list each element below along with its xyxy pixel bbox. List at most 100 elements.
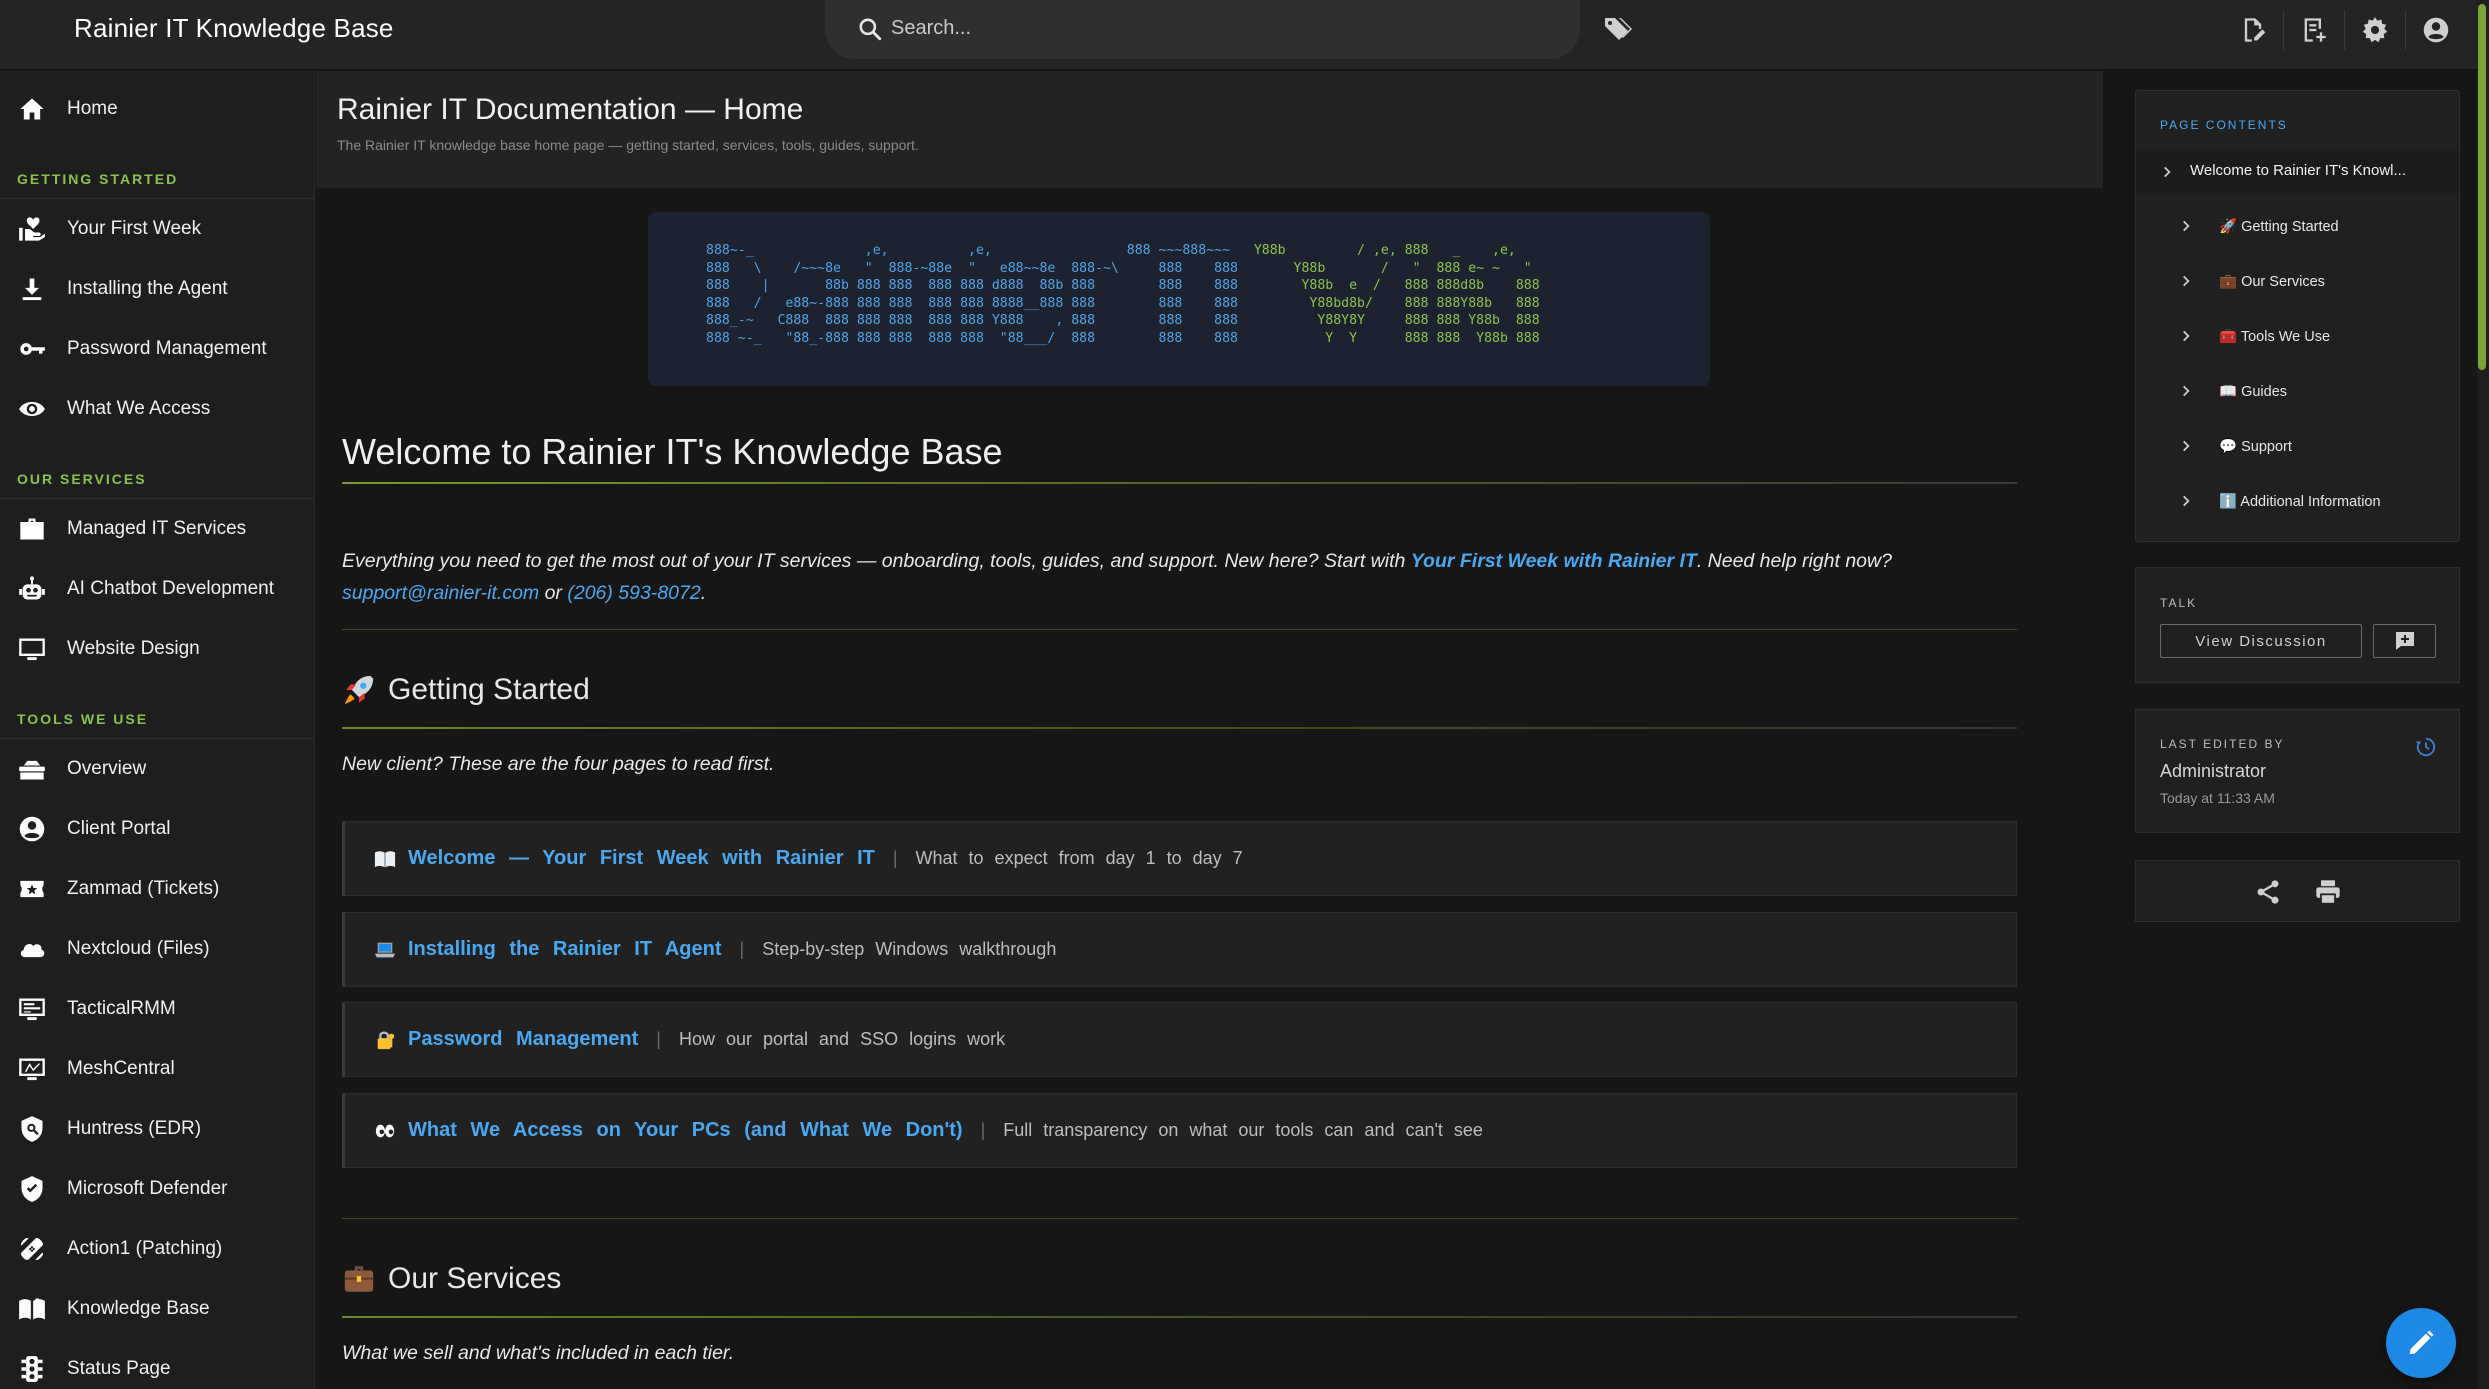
- remote-desktop-icon: [17, 994, 47, 1024]
- sidebar-item-password-management[interactable]: Password Management: [0, 321, 315, 377]
- toc-label: Tools We Use: [2240, 328, 2331, 345]
- account-button[interactable]: [2414, 8, 2458, 52]
- header-divider: [2344, 10, 2345, 50]
- sidebar-item-label: Your First Week: [67, 218, 202, 239]
- sidebar-item-label: Microsoft Defender: [67, 1178, 228, 1199]
- toc-item-additional-information[interactable]: ℹ️ Additional Information: [2136, 486, 2456, 516]
- print-icon[interactable]: [2314, 878, 2342, 906]
- briefcase-emoji-icon: [344, 1266, 374, 1292]
- card-title: Installing the Rainier IT Agent: [408, 938, 722, 960]
- toc-item-tools-we-use[interactable]: 🧰 Tools We Use: [2136, 321, 2456, 351]
- new-page-icon: [2244, 18, 2266, 42]
- chevron-right-icon: [2183, 275, 2190, 287]
- pencil-icon: [2409, 1330, 2434, 1355]
- first-week-link[interactable]: Your First Week with Rainier IT: [1411, 550, 1697, 572]
- talk-panel: TALK View Discussion: [2135, 567, 2460, 683]
- link-card-first-week[interactable]: Welcome — Your First Week with Rainier I…: [342, 821, 2017, 896]
- sidebar-item-meshcentral[interactable]: MeshCentral: [0, 1041, 315, 1097]
- section-lead: What we sell and what's included in each…: [342, 1342, 735, 1364]
- settings-button[interactable]: [2353, 8, 2397, 52]
- account-icon: [2423, 17, 2449, 43]
- sidebar-item-website-design[interactable]: Website Design: [0, 621, 315, 677]
- tags-icon[interactable]: [1603, 15, 1633, 43]
- site-title[interactable]: Rainier IT Knowledge Base: [74, 13, 394, 44]
- sidebar-item-installing-the-agent[interactable]: Installing the Agent: [0, 261, 315, 317]
- sidebar-item-label: Action1 (Patching): [67, 1238, 223, 1259]
- page-header: Rainier IT Documentation — Home The Rain…: [316, 71, 2103, 189]
- sidebar-item-label: Client Portal: [67, 818, 171, 839]
- section-heading-getting-started: Getting Started: [342, 673, 590, 707]
- new-page-button[interactable]: [2231, 8, 2275, 52]
- sidebar-item-overview[interactable]: Overview: [0, 741, 315, 797]
- sidebar-item-zammad-tickets[interactable]: Zammad (Tickets): [0, 861, 315, 917]
- card-title: Welcome — Your First Week with Rainier I…: [408, 847, 875, 869]
- sidebar-item-home[interactable]: Home: [0, 81, 315, 137]
- top-bar: Rainier IT Knowledge Base Search...: [0, 0, 2489, 70]
- sidebar-item-huntress-edr[interactable]: Huntress (EDR): [0, 1101, 315, 1157]
- sidebar-item-label: Password Management: [67, 338, 267, 359]
- toc-label: Guides: [2241, 383, 2288, 400]
- sidebar-item-label: TacticalRMM: [67, 998, 176, 1019]
- support-phone-link[interactable]: (206) 593-8072: [567, 582, 700, 604]
- browse-button[interactable]: [2292, 8, 2336, 52]
- sidebar-item-status-page[interactable]: Status Page: [0, 1341, 315, 1389]
- section-heading-text: Our Services: [388, 1262, 562, 1295]
- sidebar-item-ai-chatbot-development[interactable]: AI Chatbot Development: [0, 561, 315, 617]
- sidebar-item-what-we-access[interactable]: What We Access: [0, 381, 315, 437]
- sidebar-item-nextcloud-files[interactable]: Nextcloud (Files): [0, 921, 315, 977]
- sidebar-item-action1-patching[interactable]: Action1 (Patching): [0, 1221, 315, 1277]
- sidebar-item-label: Zammad (Tickets): [67, 878, 220, 899]
- sidebar-item-managed-it-services[interactable]: Managed IT Services: [0, 501, 315, 557]
- shield-search-icon: [17, 1114, 47, 1144]
- user-circle-icon: [17, 814, 47, 844]
- section-heading-text: Getting Started: [388, 673, 590, 706]
- history-icon[interactable]: [2415, 736, 2437, 758]
- section-heading-our-services: Our Services: [342, 1262, 561, 1296]
- share-icon[interactable]: [2254, 878, 2282, 906]
- add-comment-button[interactable]: [2373, 624, 2436, 658]
- last-edited-heading: LAST EDITED BY: [2160, 737, 2285, 751]
- sidebar-item-microsoft-defender[interactable]: Microsoft Defender: [0, 1161, 315, 1217]
- search-placeholder: Search...: [891, 17, 972, 39]
- section-lead: New client? These are the four pages to …: [342, 753, 775, 775]
- browse-icon: [2304, 18, 2326, 42]
- section-divider: [342, 629, 2017, 630]
- view-discussion-button[interactable]: View Discussion: [2160, 624, 2362, 658]
- toc-item-guides[interactable]: 📖 Guides: [2136, 376, 2456, 406]
- toc-item-label: 💼 Our Services: [2219, 273, 2325, 290]
- book-open-icon: [17, 1294, 47, 1324]
- intro-text: Everything you need to get the most out …: [342, 550, 1411, 572]
- card-description: Full transparency on what our tools can …: [1003, 1120, 1483, 1140]
- toc-item-welcome[interactable]: Welcome to Rainier IT's Knowl...: [2136, 151, 2459, 193]
- link-card-password-management[interactable]: Password Management | How our portal and…: [342, 1002, 2017, 1077]
- card-separator: |: [656, 1029, 661, 1049]
- sidebar-item-label: Nextcloud (Files): [67, 938, 210, 959]
- editor-name[interactable]: Administrator: [2160, 761, 2266, 782]
- intro-text: .: [700, 582, 707, 604]
- card-description: Step-by-step Windows walkthrough: [762, 939, 1057, 959]
- support-email-link[interactable]: support@rainier-it.com: [342, 582, 539, 604]
- sidebar-item-label: Managed IT Services: [67, 518, 247, 539]
- toc-label: Additional Information: [2240, 493, 2381, 510]
- sidebar-item-your-first-week[interactable]: Your First Week: [0, 201, 315, 257]
- link-card-what-we-access[interactable]: What We Access on Your PCs (and What We …: [342, 1093, 2017, 1168]
- intro-paragraph: Everything you need to get the most out …: [342, 545, 2012, 609]
- toc-label: Support: [2241, 438, 2292, 455]
- sidebar-item-label: Huntress (EDR): [67, 1118, 202, 1139]
- sidebar-item-tacticalrmm[interactable]: TacticalRMM: [0, 981, 315, 1037]
- last-edited-panel: LAST EDITED BY Administrator Today at 11…: [2135, 709, 2460, 833]
- sidebar-item-knowledge-base[interactable]: Knowledge Base: [0, 1281, 315, 1337]
- scrollbar-thumb[interactable]: [2478, 4, 2486, 370]
- link-card-installing-agent[interactable]: Installing the Rainier IT Agent | Step-b…: [342, 912, 2017, 987]
- toc-item-our-services[interactable]: 💼 Our Services: [2136, 266, 2456, 296]
- card-title: What We Access on Your PCs (and What We …: [408, 1119, 963, 1141]
- card-separator: |: [739, 939, 745, 959]
- heading-underline: [342, 727, 2017, 729]
- toc-item-support[interactable]: 💬 Support: [2136, 431, 2456, 461]
- shield-check-icon: [17, 1174, 47, 1204]
- toc-item-getting-started[interactable]: 🚀 Getting Started: [2136, 211, 2456, 241]
- sidebar-item-label: Installing the Agent: [67, 278, 228, 299]
- search-bar[interactable]: Search...: [825, 0, 1580, 59]
- edit-page-button[interactable]: [2386, 1308, 2456, 1378]
- sidebar-item-client-portal[interactable]: Client Portal: [0, 801, 315, 857]
